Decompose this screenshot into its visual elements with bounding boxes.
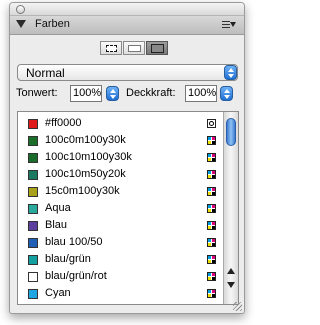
swatch-name: blau/grün/rot [45, 270, 107, 282]
deckkraft-field[interactable]: 100% [185, 85, 217, 102]
swatch-name: blau 100/50 [45, 236, 103, 248]
swatch-list[interactable]: #ff0000 100c0m100y30k 100c10m100y30k 100c10… [17, 111, 239, 305]
swatch-color-chip [28, 153, 38, 163]
swatch-color-chip [28, 136, 38, 146]
process-color-icon [207, 272, 216, 281]
swatch-name: blau/grün [45, 253, 91, 265]
panel-title: Farben [35, 18, 70, 30]
swatch-name: Aqua [45, 202, 71, 214]
process-color-icon [207, 170, 216, 179]
spot-color-icon [207, 119, 216, 128]
swatch-row[interactable]: 15c0m100y30k [18, 184, 223, 200]
swatch-row[interactable]: Cyan [18, 286, 223, 302]
swatch-name: 15c0m100y30k [45, 185, 120, 197]
swatch-color-chip [28, 204, 38, 214]
process-color-icon [207, 187, 216, 196]
swatch-row[interactable]: Aqua [18, 201, 223, 217]
panel-menu-icon[interactable] [222, 20, 236, 30]
swatches-panel: Farben Normal Tonwert: 100% Deckkraft: 1… [9, 2, 245, 314]
swatch-name: 100c0m100y30k [45, 134, 126, 146]
deckkraft-stepper[interactable] [220, 86, 233, 101]
scroll-down-icon[interactable] [227, 282, 235, 288]
process-color-icon [207, 221, 216, 230]
blend-mode-value: Normal [26, 66, 65, 80]
swatch-row[interactable]: 100c10m100y30k [18, 150, 223, 166]
swatch-color-chip [28, 272, 38, 282]
swatch-row[interactable]: 100c0m100y30k [18, 133, 223, 149]
image-mode-icon[interactable] [123, 41, 145, 55]
process-color-icon [207, 153, 216, 162]
resize-grip-icon[interactable] [233, 302, 242, 311]
scroll-up-icon[interactable] [227, 268, 235, 274]
frame-mode-icon[interactable] [100, 41, 122, 55]
swatch-name: #ff0000 [45, 117, 82, 129]
close-icon[interactable] [16, 5, 25, 14]
swatch-row[interactable]: blau/grün [18, 252, 223, 268]
tonwert-stepper[interactable] [106, 86, 119, 101]
swatch-color-chip [28, 119, 38, 129]
swatch-color-chip [28, 255, 38, 265]
tonwert-field[interactable]: 100% [70, 85, 102, 102]
swatch-row[interactable]: blau/grün/rot [18, 269, 223, 285]
swatch-name: 100c10m50y20k [45, 168, 126, 180]
swatch-color-chip [28, 238, 38, 248]
swatch-row[interactable]: #ff0000 [18, 116, 223, 132]
tonwert-label: Tonwert: [16, 87, 58, 99]
swatch-color-chip [28, 187, 38, 197]
swatch-row[interactable]: blau 100/50 [18, 235, 223, 251]
swatch-color-chip [28, 170, 38, 180]
process-color-icon [207, 136, 216, 145]
process-color-icon [207, 238, 216, 247]
swatch-name: 100c10m100y30k [45, 151, 132, 163]
blend-mode-select[interactable]: Normal [17, 64, 238, 81]
swatch-name: Cyan [45, 287, 71, 299]
vertical-scrollbar[interactable] [223, 112, 238, 304]
scrollbar-thumb[interactable] [226, 118, 236, 146]
process-color-icon [207, 255, 216, 264]
blend-mode-arrows-icon[interactable] [224, 65, 237, 80]
deckkraft-label: Deckkraft: [126, 87, 176, 99]
fill-mode-icons [92, 41, 168, 57]
panel-header[interactable]: Farben [10, 16, 244, 35]
panel-titlebar[interactable] [10, 3, 244, 16]
swatch-color-chip [28, 289, 38, 299]
swatch-color-chip [28, 221, 38, 231]
solid-fill-mode-icon[interactable] [146, 41, 168, 55]
swatch-row[interactable]: 100c10m50y20k [18, 167, 223, 183]
disclosure-triangle-icon[interactable] [16, 20, 26, 28]
process-color-icon [207, 289, 216, 298]
swatch-name: Blau [45, 219, 68, 231]
swatch-row[interactable]: Blau [18, 218, 223, 234]
process-color-icon [207, 204, 216, 213]
